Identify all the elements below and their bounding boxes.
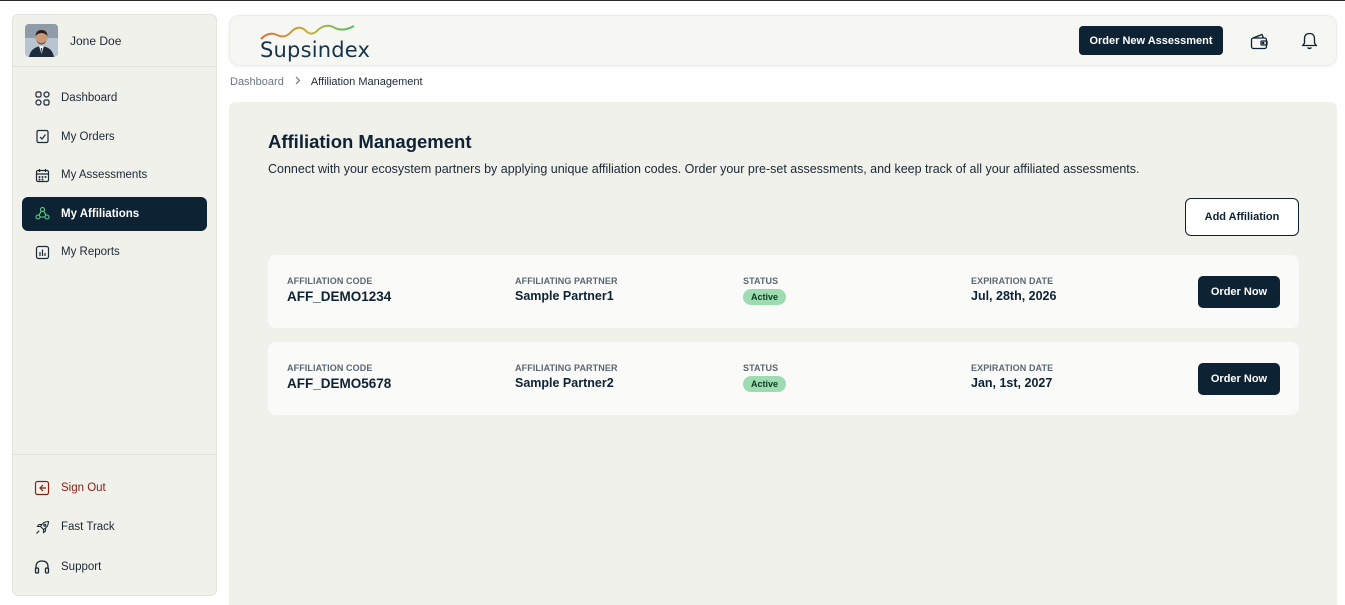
sidebar-item-label: Dashboard: [61, 92, 118, 104]
order-now-button[interactable]: Order Now: [1198, 363, 1280, 395]
column-label: STATUS: [743, 276, 779, 286]
affiliation-code: AFF_DEMO1234: [287, 289, 392, 304]
column-label: AFFILIATION CODE: [287, 276, 373, 286]
status-badge: Active: [743, 289, 787, 305]
sign-out-button[interactable]: Sign Out: [22, 469, 207, 507]
sidebar-item-label: My Orders: [61, 130, 115, 143]
sidebar-item-dashboard[interactable]: Dashboard: [22, 81, 207, 115]
add-affiliation-button[interactable]: Add Affiliation: [1185, 198, 1299, 236]
sidebar-item-assessments[interactable]: My Assessments: [22, 158, 207, 192]
support-label: Support: [61, 560, 102, 573]
order-new-assessment-button[interactable]: Order New Assessment: [1079, 26, 1223, 55]
fast-track-button[interactable]: Fast Track: [22, 508, 207, 546]
sidebar-item-label: My Reports: [61, 246, 120, 258]
sidebar-item-orders[interactable]: My Orders: [22, 120, 207, 154]
expiration-date: Jul, 28th, 2026: [971, 289, 1057, 303]
bottom-nav: Sign Out Fast Track Support: [13, 453, 216, 596]
column-label: STATUS: [743, 363, 779, 373]
chevron-right-icon: [294, 76, 301, 88]
status-field: STATUS Active: [743, 276, 787, 305]
fast-track-label: Fast Track: [61, 521, 115, 533]
user-profile[interactable]: Jone Doe: [13, 15, 216, 67]
calendar-icon: [34, 167, 50, 183]
page-title: Affiliation Management: [268, 131, 472, 152]
breadcrumb: Dashboard Affiliation Management: [230, 76, 423, 88]
wallet-icon[interactable]: [1248, 30, 1270, 52]
sign-out-label: Sign Out: [61, 481, 106, 494]
main-content: Affiliation Management Connect with your…: [229, 102, 1337, 605]
orders-clipboard-icon: [34, 129, 50, 145]
sidebar: Jone Doe Dashboard My Orders My Assessme…: [12, 14, 217, 596]
column-label: AFFILIATING PARTNER: [515, 276, 618, 286]
user-name: Jone Doe: [70, 33, 122, 48]
partner-name: Sample Partner1: [515, 289, 614, 303]
headset-icon: [34, 559, 50, 575]
sidebar-item-label: My Affiliations: [61, 207, 140, 220]
expiration-field: EXPIRATION DATE Jan, 1st, 2027: [971, 363, 1053, 390]
main-nav: Dashboard My Orders My Assessments My Af…: [13, 67, 216, 269]
logo-text: Supsindex: [260, 38, 371, 62]
sidebar-item-affiliations[interactable]: My Affiliations: [22, 196, 207, 231]
affiliation-code-field: AFFILIATION CODE AFF_DEMO1234: [287, 276, 391, 304]
column-label: EXPIRATION DATE: [971, 276, 1054, 286]
dashboard-grid-icon: [34, 90, 50, 106]
column-label: EXPIRATION DATE: [971, 363, 1054, 373]
status-badge: Active: [743, 376, 787, 392]
affiliation-code-field: AFFILIATION CODE AFF_DEMO5678: [287, 363, 391, 391]
bell-icon[interactable]: [1298, 30, 1320, 52]
breadcrumb-dashboard-link[interactable]: Dashboard: [230, 76, 284, 88]
avatar: [25, 24, 58, 57]
top-header: Supsindex Order New Assessment: [229, 15, 1337, 66]
partner-field: AFFILIATING PARTNER Sample Partner1: [515, 276, 618, 303]
expiration-date: Jan, 1st, 2027: [971, 376, 1053, 390]
order-now-button[interactable]: Order Now: [1198, 276, 1280, 308]
rocket-icon: [34, 519, 50, 535]
column-label: AFFILIATION CODE: [287, 363, 373, 373]
sidebar-item-reports[interactable]: My Reports: [22, 235, 207, 269]
affiliation-code: AFF_DEMO5678: [287, 376, 392, 391]
affiliation-card: AFFILIATION CODE AFF_DEMO1234 AFFILIATIN…: [268, 255, 1299, 328]
logo[interactable]: Supsindex: [259, 22, 370, 62]
sidebar-item-label: My Assessments: [61, 169, 148, 181]
affiliation-card: AFFILIATION CODE AFF_DEMO5678 AFFILIATIN…: [268, 342, 1299, 415]
reports-chart-icon: [34, 244, 50, 260]
partner-name: Sample Partner2: [515, 376, 614, 390]
expiration-field: EXPIRATION DATE Jul, 28th, 2026: [971, 276, 1056, 303]
breadcrumb-current: Affiliation Management: [310, 76, 423, 88]
affiliations-network-icon: [34, 206, 50, 222]
sign-out-icon: [34, 480, 50, 496]
partner-field: AFFILIATING PARTNER Sample Partner2: [515, 363, 618, 390]
column-label: AFFILIATING PARTNER: [515, 363, 618, 373]
support-button[interactable]: Support: [22, 548, 207, 586]
page-subtitle: Connect with your ecosystem partners by …: [268, 162, 1140, 176]
status-field: STATUS Active: [743, 363, 787, 392]
